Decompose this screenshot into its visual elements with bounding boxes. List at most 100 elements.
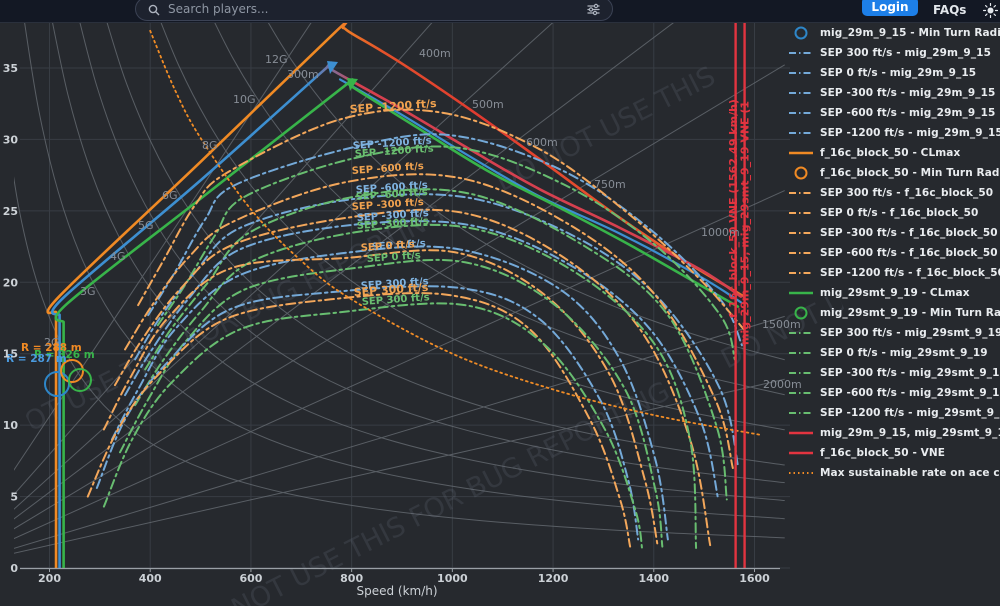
svg-text:6G: 6G	[162, 189, 178, 202]
svg-text:200: 200	[38, 572, 61, 585]
legend-swatch-icon	[788, 346, 814, 360]
svg-text:10G: 10G	[233, 93, 256, 106]
legend-swatch-icon	[788, 366, 814, 380]
legend-item[interactable]: Max sustainable rate on ace crew (7.5G)	[788, 463, 1000, 483]
legend-swatch-icon	[788, 166, 814, 180]
legend-item[interactable]: SEP 300 ft/s - mig_29smt_9_19	[788, 323, 1000, 343]
svg-text:1000: 1000	[437, 572, 468, 585]
svg-text:400m: 400m	[419, 47, 451, 60]
legend-item-label: SEP -1200 ft/s - f_16c_block_50	[820, 267, 1000, 279]
svg-text:12G: 12G	[265, 53, 288, 66]
legend-swatch-icon	[788, 306, 814, 320]
legend-swatch-icon	[788, 66, 814, 80]
legend-item[interactable]: f_16c_block_50 - VNE	[788, 443, 1000, 463]
svg-text:600: 600	[239, 572, 262, 585]
vne-lines: f_16c_block_50 VNE (1562.49 km/h)mig_29m…	[727, 22, 752, 568]
legend-item-label: mig_29smt_9_19 - Min Turn Radius	[820, 307, 1000, 319]
legend-swatch-icon	[788, 446, 814, 460]
legend-item-label: f_16c_block_50 - VNE	[820, 447, 945, 459]
faqs-link[interactable]: FAQs	[933, 3, 966, 17]
legend-item-label: SEP 0 ft/s - mig_29m_9_15	[820, 67, 976, 79]
legend-item[interactable]: SEP 0 ft/s - mig_29m_9_15	[788, 63, 1000, 83]
legend-swatch-icon	[788, 386, 814, 400]
legend-item[interactable]: SEP -300 ft/s - mig_29smt_9_19	[788, 363, 1000, 383]
search-icon	[148, 4, 160, 16]
svg-text:mig_29m_9_15, mig_29smt_9_19 V: mig_29m_9_15, mig_29smt_9_19 VNE (1	[739, 101, 752, 345]
legend-item[interactable]: SEP -600 ft/s - mig_29m_9_15	[788, 103, 1000, 123]
svg-text:500m: 500m	[472, 98, 504, 111]
legend-swatch-icon	[788, 86, 814, 100]
legend-item[interactable]: SEP 300 ft/s - f_16c_block_50	[788, 183, 1000, 203]
legend-item-label: SEP 300 ft/s - mig_29smt_9_19	[820, 327, 1000, 339]
legend-swatch-icon	[788, 206, 814, 220]
legend-item[interactable]: f_16c_block_50 - Min Turn Radius	[788, 163, 1000, 183]
legend-item[interactable]: mig_29m_9_15 - Min Turn Radius	[788, 23, 1000, 43]
legend-item-label: SEP -1200 ft/s - mig_29smt_9_19	[820, 407, 1000, 419]
legend-item[interactable]: mig_29smt_9_19 - CLmax	[788, 283, 1000, 303]
login-button[interactable]: Login	[862, 0, 918, 16]
svg-text:20: 20	[3, 276, 19, 289]
chart-legend: mig_29m_9_15 - Min Turn Radius SEP 300 ft…	[788, 23, 1000, 483]
legend-item[interactable]: SEP 0 ft/s - mig_29smt_9_19	[788, 343, 1000, 363]
legend-item-label: SEP -300 ft/s - f_16c_block_50	[820, 227, 998, 239]
legend-swatch-icon	[788, 466, 814, 480]
legend-item-label: f_16c_block_50 - Min Turn Radius	[820, 167, 1000, 179]
legend-item-label: SEP -600 ft/s - mig_29smt_9_19	[820, 387, 1000, 399]
legend-item[interactable]: SEP -600 ft/s - mig_29smt_9_19	[788, 383, 1000, 403]
legend-item-label: mig_29m_9_15 - Min Turn Radius	[820, 27, 1000, 39]
svg-text:750m: 750m	[594, 178, 626, 191]
app-root: { "header": { "search_placeholder": "Sea…	[0, 0, 1000, 606]
legend-item[interactable]: SEP 300 ft/s - mig_29m_9_15	[788, 43, 1000, 63]
curve-sep_300_mig29m	[97, 286, 638, 539]
search-box[interactable]	[135, 0, 613, 21]
legend-swatch-icon	[788, 106, 814, 120]
svg-text:1600: 1600	[739, 572, 770, 585]
legend-swatch-icon	[788, 46, 814, 60]
search-input[interactable]	[160, 2, 587, 16]
legend-swatch-icon	[788, 126, 814, 140]
legend-swatch-icon	[788, 146, 814, 160]
legend-swatch-icon	[788, 286, 814, 300]
legend-swatch-icon	[788, 26, 814, 40]
svg-text:600m: 600m	[526, 136, 558, 149]
svg-text:0: 0	[10, 562, 18, 575]
legend-item-label: SEP -1200 ft/s - mig_29m_9_15	[820, 127, 1000, 139]
legend-item-label: SEP -300 ft/s - mig_29m_9_15	[820, 87, 995, 99]
legend-item-label: f_16c_block_50 - CLmax	[820, 147, 960, 159]
filter-sliders-icon[interactable]	[587, 3, 600, 16]
svg-text:3G: 3G	[80, 285, 96, 298]
svg-text:DO NOT USE THIS FOR BUG REPORT: DO NOT USE THIS FOR BUG REPORTING	[0, 199, 450, 471]
svg-text:25: 25	[3, 205, 18, 218]
svg-text:15: 15	[3, 348, 18, 361]
legend-item-label: mig_29smt_9_19 - CLmax	[820, 287, 970, 299]
legend-item-label: mig_29m_9_15, mig_29smt_9_19 - VNE	[820, 427, 1000, 439]
top-bar: Login FAQs	[0, 0, 1000, 23]
legend-item[interactable]: f_16c_block_50 - CLmax	[788, 143, 1000, 163]
legend-item[interactable]: SEP -300 ft/s - f_16c_block_50	[788, 223, 1000, 243]
legend-item-label: SEP -300 ft/s - mig_29smt_9_19	[820, 367, 1000, 379]
legend-item[interactable]: SEP -1200 ft/s - f_16c_block_50	[788, 263, 1000, 283]
legend-item-label: SEP 0 ft/s - f_16c_block_50	[820, 207, 978, 219]
svg-text:1200: 1200	[538, 572, 569, 585]
legend-item-label: SEP 0 ft/s - mig_29smt_9_19	[820, 347, 988, 359]
svg-text:1000m: 1000m	[701, 226, 740, 239]
legend-swatch-icon	[788, 406, 814, 420]
legend-item[interactable]: mig_29m_9_15, mig_29smt_9_19 - VNE	[788, 423, 1000, 443]
legend-item[interactable]: mig_29smt_9_19 - Min Turn Radius	[788, 303, 1000, 323]
legend-item[interactable]: SEP -600 ft/s - f_16c_block_50	[788, 243, 1000, 263]
legend-item-label: SEP 300 ft/s - f_16c_block_50	[820, 187, 993, 199]
svg-text:1400: 1400	[638, 572, 669, 585]
legend-item[interactable]: SEP -1200 ft/s - mig_29smt_9_19	[788, 403, 1000, 423]
svg-text:5G: 5G	[138, 219, 154, 232]
legend-item-label: Max sustainable rate on ace crew (7.5G)	[820, 467, 1000, 479]
legend-item-label: SEP -600 ft/s - mig_29m_9_15	[820, 107, 995, 119]
svg-text:300m: 300m	[287, 68, 319, 81]
legend-item[interactable]: SEP -1200 ft/s - mig_29m_9_15	[788, 123, 1000, 143]
theme-sun-icon[interactable]	[983, 3, 998, 18]
curve-sep_-600_smt	[145, 189, 727, 499]
legend-item[interactable]: SEP 0 ft/s - f_16c_block_50	[788, 203, 1000, 223]
y-axis-ticks: 05101520253035	[3, 62, 19, 575]
legend-item[interactable]: SEP -300 ft/s - mig_29m_9_15	[788, 83, 1000, 103]
svg-text:400: 400	[139, 572, 162, 585]
svg-text:35: 35	[3, 62, 18, 75]
